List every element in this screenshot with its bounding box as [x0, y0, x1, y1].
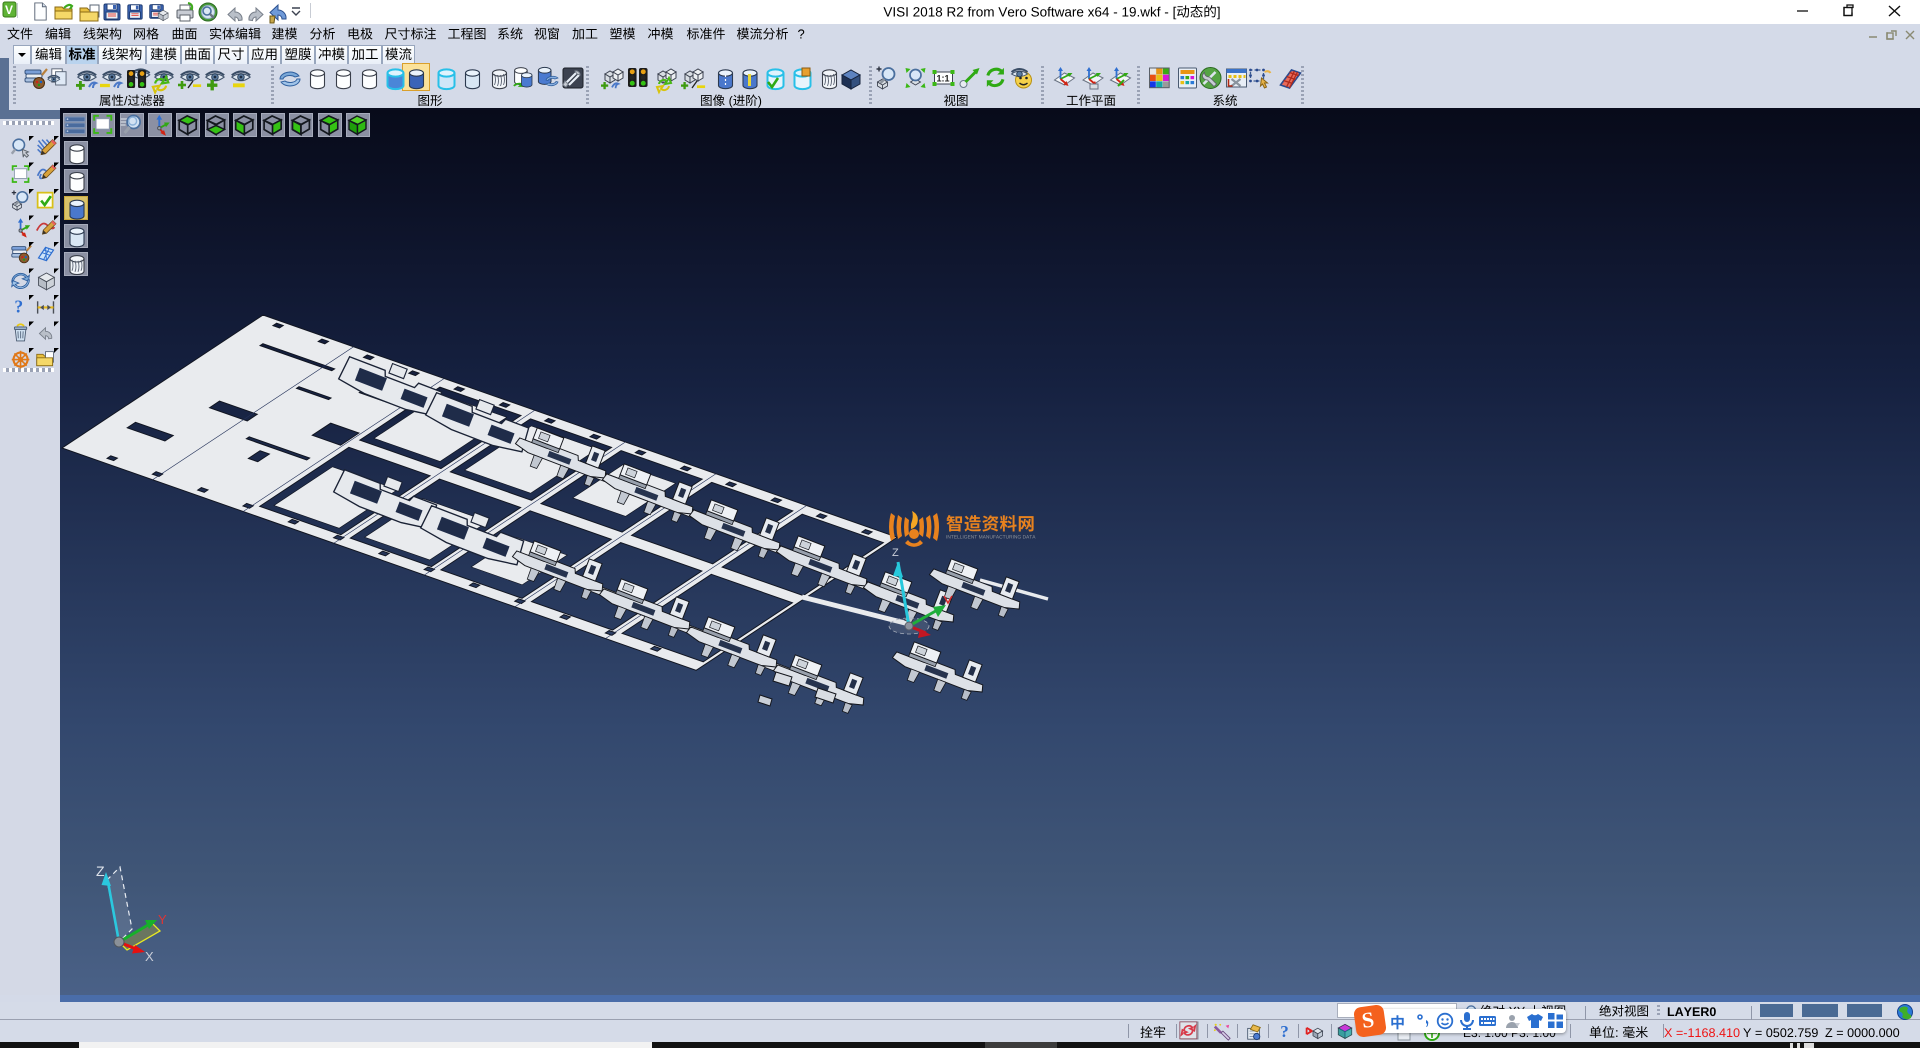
svg-text:Y: Y: [158, 912, 167, 927]
svg-text:Z: Z: [892, 547, 899, 559]
svg-text:Z: Z: [96, 863, 105, 879]
svg-text:X: X: [145, 949, 154, 964]
